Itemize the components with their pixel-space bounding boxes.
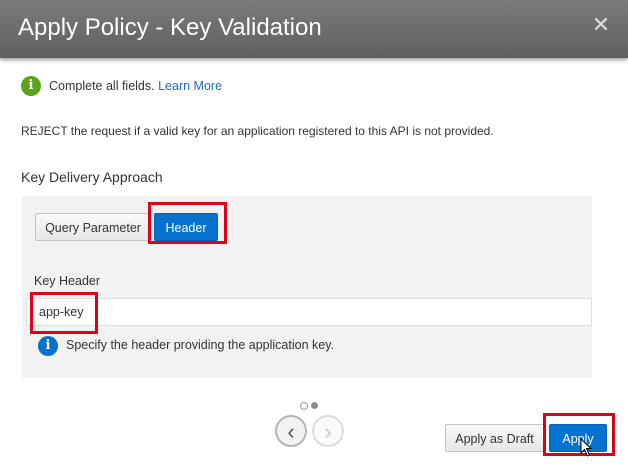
query-parameter-button[interactable]: Query Parameter [35,213,151,241]
close-icon[interactable]: ✕ [590,14,612,36]
chevron-right-icon: › [324,419,332,444]
chevron-left-icon: ‹ [287,419,295,444]
next-page-button[interactable]: › [312,415,344,447]
apply-button[interactable]: Apply [549,424,607,452]
dialog-title: Apply Policy - Key Validation [18,14,322,41]
key-header-hint: Specify the header providing the applica… [66,338,334,352]
policy-description: REJECT the request if a valid key for an… [21,124,494,138]
learn-more-link[interactable]: Learn More [158,79,222,93]
key-header-value: app-key [39,305,84,319]
key-header-label: Key Header [34,274,101,288]
notice-text: Complete all fields. Learn More [49,79,222,93]
apply-policy-dialog: Apply Policy - Key Validation ✕ i Comple… [0,0,628,475]
dialog-titlebar: Apply Policy - Key Validation ✕ [0,0,628,58]
key-delivery-heading: Key Delivery Approach [21,169,163,185]
previous-page-button[interactable]: ‹ [275,415,307,447]
page-indicator-dot-2[interactable] [311,402,318,409]
page-indicator-dot-1[interactable] [300,402,308,410]
header-button[interactable]: Header [154,213,218,241]
notice-message: Complete all fields. [49,79,155,93]
key-header-input[interactable]: app-key [26,298,592,326]
info-icon: i [21,76,41,96]
info-icon: i [38,336,58,356]
mouse-cursor-icon [580,438,593,457]
apply-as-draft-button[interactable]: Apply as Draft [445,424,544,452]
